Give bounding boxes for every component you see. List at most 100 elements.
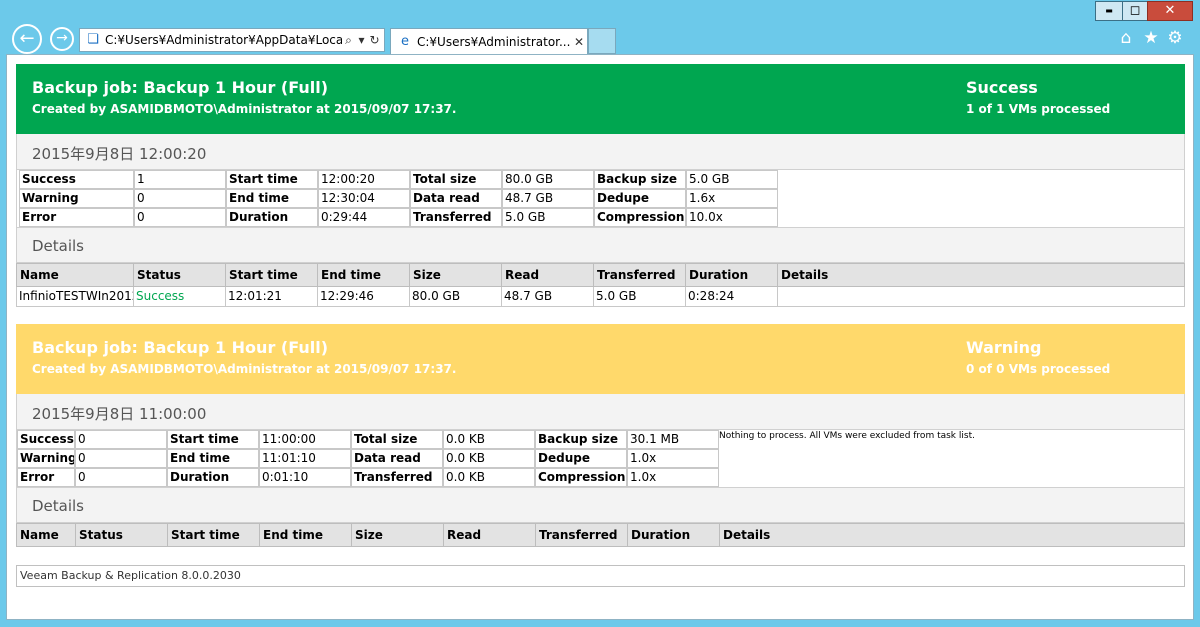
details-header: Details bbox=[16, 227, 1185, 263]
details-header: Details bbox=[16, 487, 1185, 523]
address-input[interactable]: C:¥Users¥Administrator¥AppData¥Local bbox=[105, 33, 342, 47]
page-icon: ❏ bbox=[87, 32, 99, 47]
stat-label: Transferred bbox=[351, 468, 443, 487]
stat-label: Error bbox=[17, 468, 75, 487]
duration-cell: 0:28:24 bbox=[685, 287, 777, 306]
column-header: Status bbox=[133, 264, 181, 286]
stat-label: Backup size bbox=[594, 170, 686, 189]
stat-value: 5.0 GB bbox=[686, 170, 778, 189]
column-header: Name bbox=[20, 268, 59, 282]
job-banner-warning: Backup job: Backup 1 Hour (Full) Created… bbox=[16, 324, 1185, 394]
gear-icon[interactable]: ⚙ bbox=[1165, 28, 1185, 48]
arrow-left-icon: ← bbox=[19, 28, 35, 49]
stat-label: End time bbox=[167, 449, 259, 468]
stats-table: Success 0 Start time 11:00:00 Total size… bbox=[16, 430, 1185, 487]
stat-label: Data read bbox=[410, 189, 502, 208]
column-header: Details bbox=[777, 264, 828, 286]
stat-value: 12:30:04 bbox=[318, 189, 410, 208]
column-header: Transferred bbox=[593, 264, 676, 286]
stat-value: 11:00:00 bbox=[259, 430, 351, 449]
job-processed: 1 of 1 VMs processed bbox=[966, 102, 1111, 116]
arrow-right-icon: → bbox=[56, 30, 68, 46]
stat-label: Duration bbox=[226, 208, 318, 227]
footer-version: Veeam Backup & Replication 8.0.0.2030 bbox=[16, 565, 1185, 587]
table-row: InfinioTESTWIn2012 Success 12:01:21 12:2… bbox=[16, 287, 1185, 307]
job-banner-success: Backup job: Backup 1 Hour (Full) Created… bbox=[16, 64, 1185, 134]
details-cell bbox=[777, 287, 1184, 306]
transferred-cell: 5.0 GB bbox=[593, 287, 685, 306]
stat-label: Total size bbox=[351, 430, 443, 449]
job-title: Backup job: Backup 1 Hour (Full) bbox=[32, 78, 329, 97]
stat-label: Duration bbox=[167, 468, 259, 487]
job-created: Created by ASAMIDBMOTO\Administrator at … bbox=[32, 102, 457, 116]
stat-label: Warning bbox=[19, 189, 134, 208]
home-icon[interactable]: ⌂ bbox=[1116, 28, 1136, 48]
stats-table: Success 1 Start time 12:00:20 Total size… bbox=[16, 170, 1185, 227]
job-status: Warning bbox=[966, 338, 1042, 357]
details-title: Details bbox=[32, 497, 85, 515]
column-header: Duration bbox=[685, 264, 748, 286]
column-header: Read bbox=[501, 264, 539, 286]
column-header: Start time bbox=[225, 264, 298, 286]
stat-label: Dedupe bbox=[594, 189, 686, 208]
column-header: Size bbox=[409, 264, 441, 286]
forward-button[interactable]: → bbox=[50, 27, 74, 51]
vm-status-cell: Success bbox=[133, 287, 225, 306]
minimize-button[interactable]: ▬ bbox=[1095, 1, 1123, 21]
close-button[interactable]: ✕ bbox=[1147, 1, 1193, 21]
tab-close-icon[interactable]: ✕ bbox=[571, 35, 587, 49]
column-header: Size bbox=[351, 524, 383, 546]
job-report-2: Backup job: Backup 1 Hour (Full) Created… bbox=[16, 324, 1185, 547]
stat-value: 0 bbox=[75, 449, 167, 468]
details-title: Details bbox=[32, 237, 85, 255]
stat-value: 80.0 GB bbox=[502, 170, 594, 189]
session-header: 2015年9月8日 12:00:20 bbox=[16, 134, 1185, 170]
stat-label: Error bbox=[19, 208, 134, 227]
stat-label: Start time bbox=[226, 170, 318, 189]
stat-label: Warning bbox=[17, 449, 75, 468]
stat-label: Start time bbox=[167, 430, 259, 449]
refresh-icon[interactable]: ↻ bbox=[368, 33, 381, 47]
stat-label: Data read bbox=[351, 449, 443, 468]
stat-value: 5.0 GB bbox=[502, 208, 594, 227]
stat-value: 11:01:10 bbox=[259, 449, 351, 468]
column-header: Transferred bbox=[535, 524, 618, 546]
job-title: Backup job: Backup 1 Hour (Full) bbox=[32, 338, 329, 357]
stat-value: 0:29:44 bbox=[318, 208, 410, 227]
new-tab-button[interactable] bbox=[588, 28, 616, 54]
search-icon[interactable]: ⌕ bbox=[342, 33, 355, 48]
start-time-cell: 12:01:21 bbox=[225, 287, 317, 306]
session-time: 2015年9月8日 11:00:00 bbox=[32, 405, 207, 423]
column-header: Duration bbox=[627, 524, 690, 546]
tab-title: C:¥Users¥Administrator... bbox=[417, 34, 571, 49]
stat-label: Dedupe bbox=[535, 449, 627, 468]
stat-label: Total size bbox=[410, 170, 502, 189]
stat-label: Success bbox=[19, 170, 134, 189]
job-created: Created by ASAMIDBMOTO\Administrator at … bbox=[32, 362, 457, 376]
maximize-button[interactable]: ◻ bbox=[1122, 1, 1148, 21]
job-processed: 0 of 0 VMs processed bbox=[966, 362, 1111, 376]
stat-label: Success bbox=[17, 430, 75, 449]
stat-value: 48.7 GB bbox=[502, 189, 594, 208]
stat-value: 1.6x bbox=[686, 189, 778, 208]
page-content: Backup job: Backup 1 Hour (Full) Created… bbox=[6, 54, 1194, 620]
stat-value: 0:01:10 bbox=[259, 468, 351, 487]
stat-value: 0 bbox=[75, 468, 167, 487]
back-button[interactable]: ← bbox=[12, 24, 42, 54]
details-column-headers: Name Status Start time End time Size Rea… bbox=[16, 263, 1185, 287]
column-header: End time bbox=[259, 524, 323, 546]
address-bar[interactable]: ❏ C:¥Users¥Administrator¥AppData¥Local ⌕… bbox=[79, 28, 385, 52]
favorites-star-icon[interactable]: ★ bbox=[1141, 28, 1161, 48]
stat-label: Compression bbox=[594, 208, 686, 227]
stat-value: 12:00:20 bbox=[318, 170, 410, 189]
stat-value: 1 bbox=[134, 170, 226, 189]
column-header: Details bbox=[719, 524, 770, 546]
column-header: End time bbox=[317, 264, 381, 286]
stat-value: 0.0 KB bbox=[443, 430, 535, 449]
job-status: Success bbox=[966, 78, 1038, 97]
browser-tab[interactable]: e C:¥Users¥Administrator... ✕ bbox=[390, 28, 588, 54]
stat-value: 1.0x bbox=[627, 449, 719, 468]
session-time: 2015年9月8日 12:00:20 bbox=[32, 145, 207, 163]
stat-label: Transferred bbox=[410, 208, 502, 227]
dropdown-icon[interactable]: ▾ bbox=[355, 33, 368, 47]
